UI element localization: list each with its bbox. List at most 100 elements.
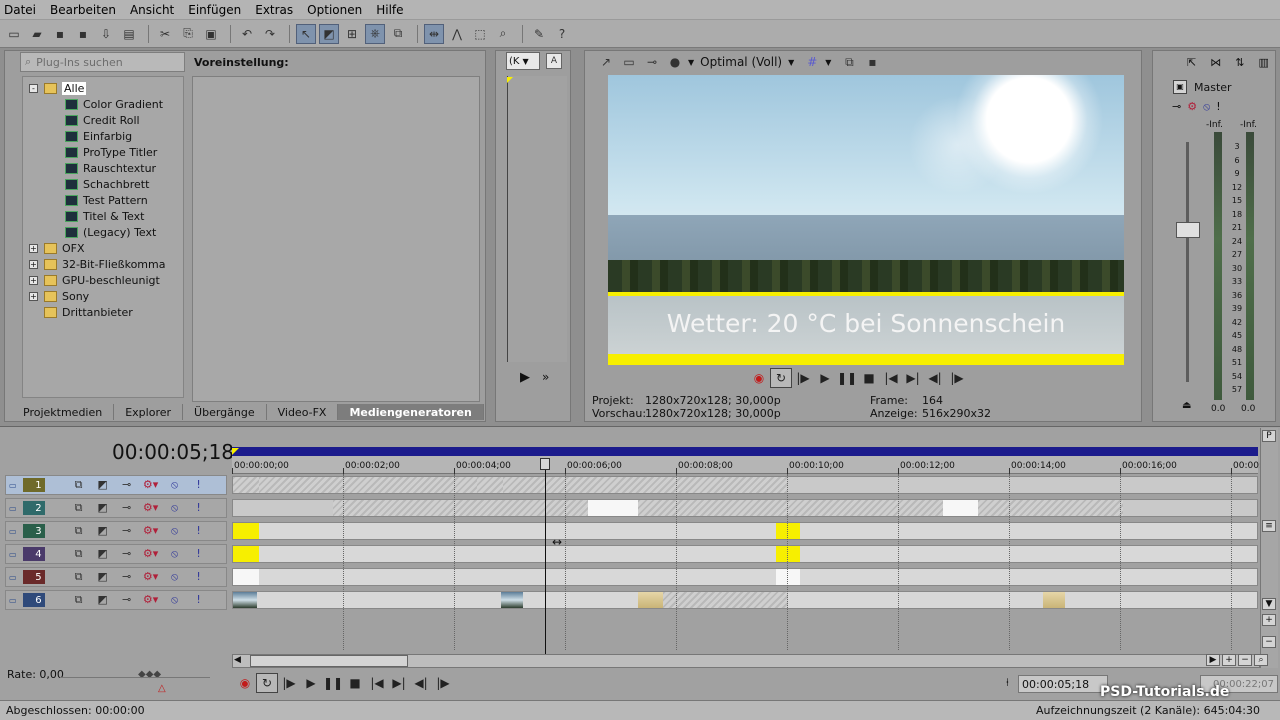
plugin-tree-item[interactable]: + Sony <box>23 288 183 304</box>
menu-datei[interactable]: Datei <box>4 3 36 17</box>
track-expand-icon[interactable]: ▭ <box>9 527 17 536</box>
overlay-icon[interactable]: ● <box>665 52 685 72</box>
chevron-down-icon[interactable]: ▼ <box>825 58 831 67</box>
play-icon[interactable]: ▶ <box>300 673 322 693</box>
master-fader-track[interactable] <box>1186 142 1189 382</box>
mute-icon[interactable]: ⦸ <box>165 524 185 538</box>
track-lane[interactable] <box>232 545 1258 563</box>
loop-icon[interactable]: ↻ <box>770 368 792 388</box>
gear-icon[interactable]: ⚙ <box>1187 100 1197 114</box>
parent-track-icon[interactable]: ◩ <box>93 570 113 584</box>
menu-extras[interactable]: Extras <box>255 3 293 17</box>
normal-edit-tool-icon[interactable]: ⇹ <box>424 23 444 44</box>
gear-icon[interactable]: ⚙▾ <box>141 478 161 492</box>
mute-icon[interactable]: ⦸ <box>165 593 185 607</box>
timeline-options-icon[interactable]: P <box>1262 430 1276 442</box>
rate-marker-icon[interactable]: △ <box>158 683 166 694</box>
save-snapshot-icon[interactable]: ▪ <box>862 52 882 72</box>
record-icon[interactable]: ◉ <box>748 368 770 388</box>
timeline-clip[interactable] <box>588 500 638 516</box>
mixer-properties-icon[interactable]: ⇱ <box>1187 56 1196 69</box>
track-expand-icon[interactable]: ▭ <box>9 596 17 605</box>
solo-icon[interactable]: ! <box>189 570 209 584</box>
parent-track-icon[interactable]: ◩ <box>93 478 113 492</box>
zoom-in-track-icon[interactable]: + <box>1262 614 1276 626</box>
track-lane[interactable] <box>232 522 1258 540</box>
record-icon[interactable]: ◉ <box>234 673 256 693</box>
plugin-tree-item[interactable]: Einfarbig <box>23 128 183 144</box>
copy-snapshot-icon[interactable]: ⧉ <box>839 52 859 72</box>
track-expand-icon[interactable]: ▭ <box>9 573 17 582</box>
plugin-search-input[interactable]: ⌕ Plug-Ins suchen <box>20 52 185 72</box>
time-ruler[interactable]: 00:00:00;00 00:00:02;00 00:00:04;00 00:00:0… <box>232 456 1262 474</box>
select-tool-icon[interactable]: ↖ <box>296 23 316 44</box>
timeline-clip[interactable] <box>477 477 503 493</box>
go-to-end-icon[interactable]: ▶| <box>388 673 410 693</box>
mute-icon[interactable]: ⦸ <box>165 570 185 584</box>
plugin-tree-item[interactable]: (Legacy) Text <box>23 224 183 240</box>
zoom-in-icon[interactable]: + <box>1222 654 1236 666</box>
trimmer-select[interactable]: (K ▼ <box>506 52 540 70</box>
fx-chain-icon[interactable]: ⊸ <box>117 570 137 584</box>
compositing-mode-icon[interactable]: ⧉ <box>69 593 89 607</box>
go-to-start-icon[interactable]: |◀ <box>880 368 902 388</box>
timeline-clip[interactable] <box>638 500 788 516</box>
fx-chain-icon[interactable]: ⊸ <box>117 547 137 561</box>
expand-icon[interactable]: + <box>29 259 38 269</box>
plugin-tree-item[interactable]: Titel & Text <box>23 208 183 224</box>
scroll-down-icon[interactable]: ▼ <box>1262 598 1276 610</box>
save-as-icon[interactable]: ▪ <box>73 24 93 44</box>
scroll-left-icon[interactable]: ◀ <box>234 655 241 665</box>
plugin-tree-item[interactable]: - Alle <box>23 80 183 96</box>
parent-track-icon[interactable]: ◩ <box>93 501 113 515</box>
new-file-icon[interactable]: ▭ <box>4 24 24 44</box>
expand-icon[interactable]: + <box>29 275 38 285</box>
lock-envelopes-icon[interactable]: ⧉ <box>388 24 408 44</box>
plugin-tree-item[interactable]: Test Pattern <box>23 192 183 208</box>
gear-icon[interactable]: ⚙▾ <box>141 524 161 538</box>
fx-chain-icon[interactable]: ⊸ <box>1172 100 1181 114</box>
timeline-clip[interactable] <box>233 477 259 493</box>
expand-icon[interactable]: + <box>29 243 38 253</box>
timeline-clip[interactable] <box>1043 592 1065 608</box>
trimmer-view[interactable] <box>507 76 567 362</box>
gear-icon[interactable]: ⚙▾ <box>141 593 161 607</box>
lock-icon[interactable]: ⏏ <box>1182 400 1191 411</box>
play-from-start-icon[interactable]: |▶ <box>792 368 814 388</box>
timeline-vertical-scrollbar[interactable] <box>1260 428 1278 668</box>
copy-icon[interactable]: ⎘ <box>178 24 198 44</box>
parent-track-icon[interactable]: ◩ <box>93 524 113 538</box>
menu-bearbeiten[interactable]: Bearbeiten <box>50 3 116 17</box>
track-expand-icon[interactable]: ▭ <box>9 481 17 490</box>
dim-icon[interactable]: ⇅ <box>1235 56 1244 69</box>
play-icon[interactable]: ▶ <box>520 370 530 385</box>
chevron-down-icon[interactable]: ▼ <box>788 58 794 67</box>
timeline-clip[interactable] <box>259 477 477 493</box>
track-header[interactable]: ▭ 4 ⧉ ◩ ⊸ ⚙▾ ⦸! <box>5 544 227 564</box>
solo-icon[interactable]: ! <box>189 501 209 515</box>
menu-ansicht[interactable]: Ansicht <box>130 3 174 17</box>
preview-quality[interactable]: Optimal (Voll) <box>700 55 782 69</box>
fx-chain-icon[interactable]: ⊸ <box>117 524 137 538</box>
solo-icon[interactable]: ! <box>189 547 209 561</box>
plugin-tree-item[interactable]: Drittanbieter <box>23 304 183 320</box>
rate-slider-icon[interactable]: ◆◆◆ <box>138 669 161 680</box>
menu-optionen[interactable]: Optionen <box>307 3 362 17</box>
tab-video-fx[interactable]: Video-FX <box>267 404 339 420</box>
timeline-clip[interactable] <box>638 592 663 608</box>
timeline-clip[interactable] <box>943 500 978 516</box>
downmix-icon[interactable]: ⋈ <box>1210 56 1221 69</box>
fx-chain-icon[interactable]: ⊸ <box>117 478 137 492</box>
zoom-tool-icon[interactable]: ⌕ <box>493 24 513 44</box>
text-icon[interactable]: A <box>546 53 562 69</box>
scroll-grip-icon[interactable]: ≡ <box>1262 520 1276 532</box>
menu-einfuegen[interactable]: Einfügen <box>188 3 241 17</box>
collapse-icon[interactable]: - <box>29 83 38 93</box>
zoom-out-track-icon[interactable]: − <box>1262 636 1276 648</box>
mute-icon[interactable]: ⦸ <box>165 501 185 515</box>
timeline-clip[interactable] <box>233 546 259 562</box>
play-from-start-icon[interactable]: |▶ <box>278 673 300 693</box>
save-icon[interactable]: ▪ <box>50 24 70 44</box>
track-header[interactable]: ▭ 5 ⧉ ◩ ⊸ ⚙▾ ⦸! <box>5 567 227 587</box>
open-folder-icon[interactable]: ▰ <box>27 24 47 44</box>
